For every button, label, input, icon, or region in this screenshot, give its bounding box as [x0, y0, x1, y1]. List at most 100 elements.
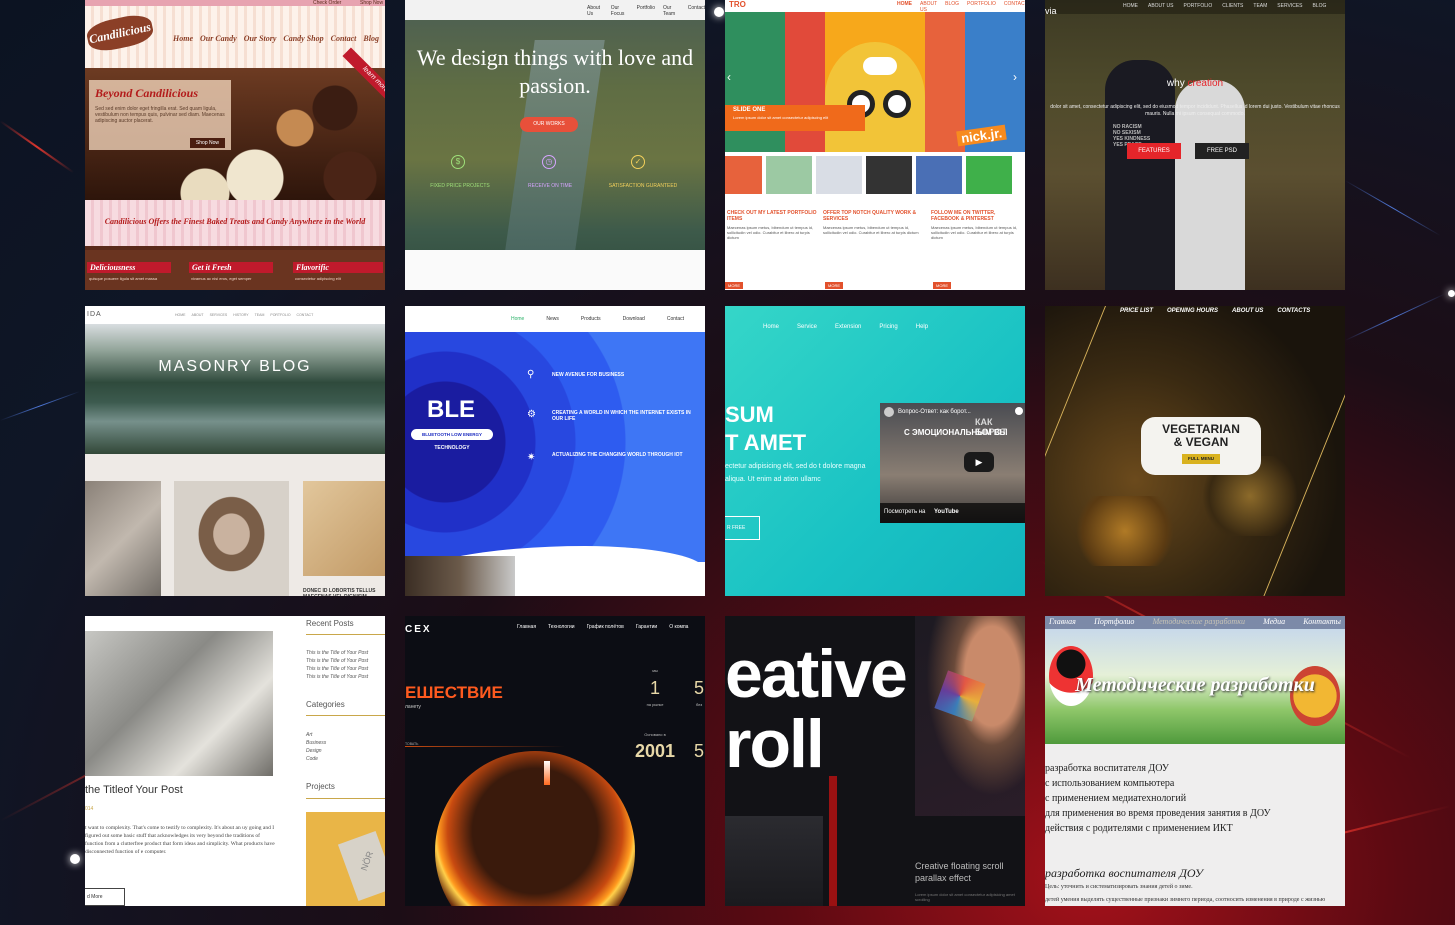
- kids-more-button[interactable]: MORE: [725, 282, 743, 289]
- method-list-link[interactable]: с использованием компьютера: [1045, 776, 1271, 791]
- ble-nav-item[interactable]: Products: [581, 316, 601, 322]
- candy-nav-item[interactable]: Blog: [363, 34, 379, 43]
- masonry-nav-item[interactable]: ABOUT: [192, 313, 204, 317]
- recent-post-link[interactable]: This is the Title of Your Post: [306, 649, 368, 657]
- portfolio-tile-blogpost[interactable]: the Titleof Your Post 014 t want to comp…: [85, 616, 385, 906]
- couple-nav-item[interactable]: PORTFOLIO: [1183, 3, 1212, 9]
- full-menu-button[interactable]: FULL MENU: [1182, 454, 1220, 464]
- portfolio-tile-masonry[interactable]: IDA HOME ABOUT SERVICES HISTORY TEAM POR…: [85, 306, 385, 596]
- video-nav-item[interactable]: Help: [916, 324, 928, 330]
- portfolio-tile-candilicious[interactable]: Check Order Shop Now Candilicious Home O…: [85, 0, 385, 290]
- agency-nav-item[interactable]: About Us: [587, 5, 603, 17]
- masonry-post-caption[interactable]: DONEC ID LOBORTIS TELLUS MAECENAS VEL DI…: [303, 588, 385, 596]
- method-nav-item[interactable]: Медиа: [1263, 617, 1285, 626]
- ble-nav-item[interactable]: Home: [511, 316, 524, 322]
- masonry-nav-item[interactable]: CONTACT: [297, 313, 314, 317]
- portfolio-tile-kids[interactable]: TRO HOME ABOUT US BLOG PORTFOLIO CONTACT…: [725, 0, 1025, 290]
- masonry-nav-item[interactable]: HOME: [175, 313, 186, 317]
- kids-more-button[interactable]: MORE: [825, 282, 843, 289]
- method-list-link[interactable]: для применения во время проведения занят…: [1045, 806, 1271, 821]
- ble-nav-item[interactable]: Download: [623, 316, 645, 322]
- portfolio-tile-method[interactable]: Главная Портфолио Методические разработк…: [1045, 616, 1345, 906]
- space-nav-item[interactable]: О компа: [669, 624, 688, 630]
- kids-thumbnail[interactable]: [816, 156, 862, 194]
- space-nav-item[interactable]: Гарантии: [636, 624, 657, 630]
- vegan-nav-item[interactable]: OPENING HOURS: [1167, 308, 1218, 314]
- recent-post-link[interactable]: This is the Title of Your Post: [306, 665, 368, 673]
- agency-nav-item[interactable]: Our Focus: [611, 5, 629, 17]
- masonry-nav-item[interactable]: SERVICES: [210, 313, 228, 317]
- recent-post-link[interactable]: This is the Title of Your Post: [306, 657, 368, 665]
- category-link[interactable]: Code: [306, 755, 326, 763]
- video-nav-item[interactable]: Home: [763, 324, 779, 330]
- space-nav-item[interactable]: График полётов: [587, 624, 624, 630]
- portfolio-tile-video[interactable]: Home Service Extension Pricing Help SUM …: [725, 306, 1025, 596]
- method-nav-item[interactable]: Контакты: [1303, 617, 1341, 626]
- method-list-link[interactable]: действия с родителями с применением ИКТ: [1045, 821, 1271, 836]
- candy-nav-item[interactable]: Our Story: [244, 34, 277, 43]
- read-more-button[interactable]: d More: [85, 888, 125, 906]
- method-nav-item[interactable]: Главная: [1049, 617, 1076, 626]
- couple-nav-item[interactable]: HOME: [1123, 3, 1138, 9]
- masonry-nav-item[interactable]: HISTORY: [233, 313, 248, 317]
- video-nav-item[interactable]: Pricing: [879, 324, 897, 330]
- couple-nav-item[interactable]: CLIENTS: [1222, 3, 1243, 9]
- method-nav-item[interactable]: Портфолио: [1094, 617, 1134, 626]
- post-title[interactable]: the Titleof Your Post: [85, 784, 183, 796]
- couple-features-button[interactable]: FEATURES: [1127, 143, 1181, 159]
- candy-nav-item[interactable]: Our Candy: [200, 34, 237, 43]
- candy-shop-now-button[interactable]: Shop Now: [189, 138, 225, 148]
- kids-more-button[interactable]: MORE: [933, 282, 951, 289]
- portfolio-tile-bluetooth[interactable]: Home News Products Download Contact BLE …: [405, 306, 705, 596]
- vegan-nav-item[interactable]: PRICE LIST: [1120, 308, 1153, 314]
- portfolio-tile-couple[interactable]: via HOME ABOUT US PORTFOLIO CLIENTS TEAM…: [1045, 0, 1345, 290]
- masonry-nav-item[interactable]: PORTFOLIO: [270, 313, 290, 317]
- portfolio-tile-space[interactable]: CEX Главная Технологии График полётов Га…: [405, 616, 705, 906]
- kids-thumbnail[interactable]: [966, 156, 1012, 194]
- method-nav-item[interactable]: Методические разработки: [1153, 617, 1245, 626]
- couple-nav-item[interactable]: SERVICES: [1277, 3, 1302, 9]
- kids-thumbnail[interactable]: [866, 156, 912, 194]
- masonry-post-image[interactable]: [85, 481, 161, 596]
- vegan-nav-item[interactable]: ABOUT US: [1232, 308, 1263, 314]
- category-link[interactable]: Design: [306, 747, 326, 755]
- play-icon[interactable]: ▶: [964, 452, 994, 472]
- portfolio-tile-agency[interactable]: About Us Our Focus Portfolio Our Team Co…: [405, 0, 705, 290]
- ble-nav-item[interactable]: Contact: [667, 316, 684, 322]
- kids-thumbnail[interactable]: [725, 156, 762, 194]
- kids-thumbnail[interactable]: [766, 156, 812, 194]
- watch-on-youtube-label[interactable]: Посмотреть на: [884, 509, 925, 515]
- portfolio-tile-vegan[interactable]: PRICE LIST OPENING HOURS ABOUT US CONTAC…: [1045, 306, 1345, 596]
- ble-nav-item[interactable]: News: [546, 316, 559, 322]
- space-nav-item[interactable]: Главная: [517, 624, 536, 630]
- slider-prev-arrow-icon[interactable]: ‹: [727, 70, 739, 84]
- couple-nav-item[interactable]: ABOUT US: [1148, 3, 1173, 9]
- video-nav-item[interactable]: Service: [797, 324, 817, 330]
- video-nav-item[interactable]: Extension: [835, 324, 861, 330]
- youtube-embed[interactable]: Вопрос-Ответ: как борот... КАК БОРОТ С Э…: [880, 403, 1025, 523]
- category-link[interactable]: Art: [306, 731, 326, 739]
- video-cta-button[interactable]: R FREE: [725, 516, 760, 540]
- couple-nav-item[interactable]: BLOG: [1313, 3, 1327, 9]
- agency-nav-item[interactable]: Portfolio: [637, 5, 655, 17]
- masonry-nav-item[interactable]: TEAM: [255, 313, 265, 317]
- vegan-nav-item[interactable]: CONTACTS: [1277, 308, 1310, 314]
- candy-nav-item[interactable]: Home: [173, 34, 193, 43]
- space-nav-item[interactable]: Технологии: [548, 624, 575, 630]
- masonry-post-image[interactable]: [174, 481, 289, 596]
- couple-free-psd-button[interactable]: FREE PSD: [1195, 143, 1249, 159]
- couple-nav-item[interactable]: TEAM: [1253, 3, 1267, 9]
- agency-nav-item[interactable]: Contact: [688, 5, 705, 17]
- candy-nav-item[interactable]: Candy Shop: [283, 34, 323, 43]
- agency-nav-item[interactable]: Our Team: [663, 5, 680, 17]
- agency-our-works-button[interactable]: OUR WORKS: [520, 117, 578, 132]
- creative-thumbnail[interactable]: [725, 816, 823, 906]
- method-list-link[interactable]: с применением медиатехнологий: [1045, 791, 1271, 806]
- recent-post-link[interactable]: This is the Title of Your Post: [306, 673, 368, 681]
- candy-nav-item[interactable]: Contact: [331, 34, 357, 43]
- method-list-link[interactable]: разработка воспитателя ДОУ: [1045, 761, 1271, 776]
- portfolio-tile-creative[interactable]: eative roll Creative floating scroll par…: [725, 616, 1025, 906]
- category-link[interactable]: Business: [306, 739, 326, 747]
- masonry-post-image[interactable]: [303, 481, 385, 576]
- slider-next-arrow-icon[interactable]: ›: [1013, 70, 1025, 84]
